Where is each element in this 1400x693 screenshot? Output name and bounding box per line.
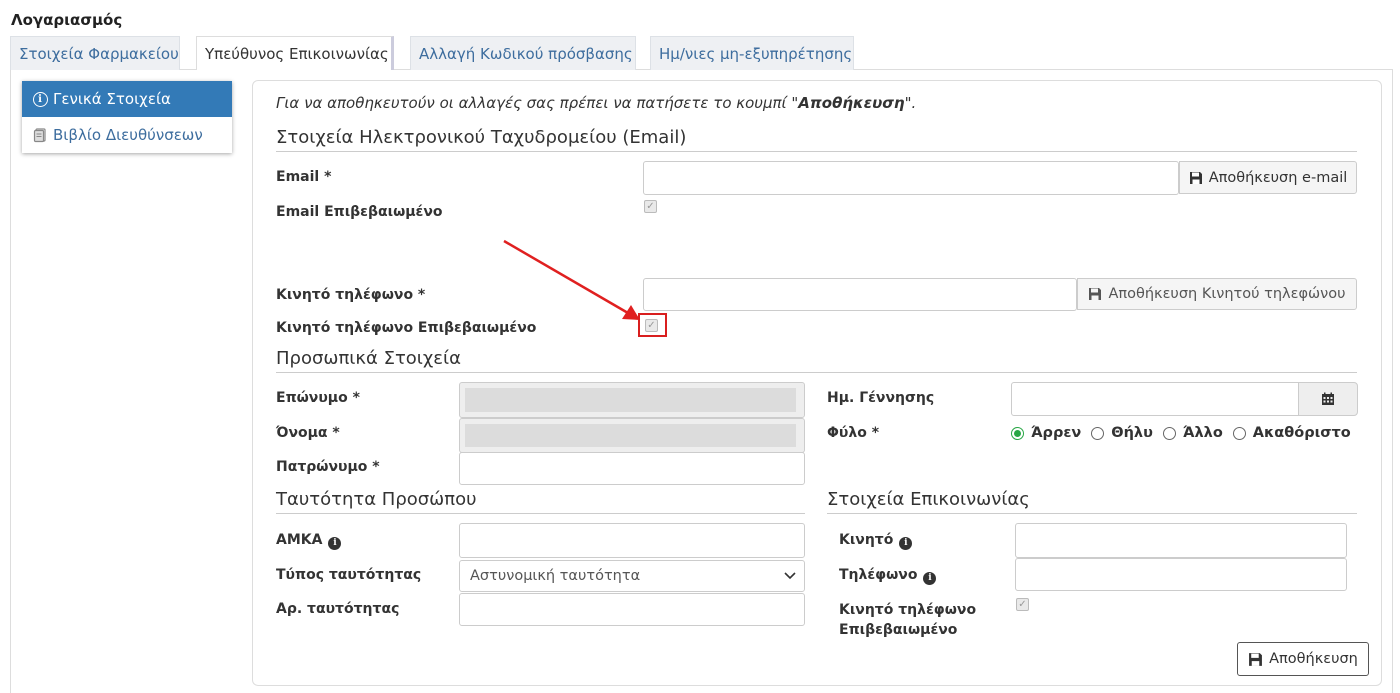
- email-field[interactable]: [643, 161, 1179, 195]
- id-number-field[interactable]: [459, 593, 805, 626]
- radio-label: Άλλο: [1182, 425, 1223, 441]
- radio-label: Ακαθόριστο: [1252, 425, 1351, 441]
- radio-button[interactable]: [1011, 426, 1024, 440]
- id-type-select[interactable]: Αστυνομική ταυτότητα: [459, 560, 805, 592]
- radio-button[interactable]: [1232, 426, 1246, 440]
- radio-button[interactable]: [1162, 426, 1176, 440]
- save-mobile-label: Αποθήκευση Κινητού τηλεφώνου: [1108, 286, 1346, 302]
- contact-mobile-label: Κινητό i: [839, 532, 913, 550]
- redacted-value: [465, 424, 796, 447]
- calendar-icon: [1322, 392, 1334, 405]
- contact-mobile-label-text: Κινητό: [839, 532, 894, 548]
- notice-text-after: ".: [904, 94, 917, 112]
- section-divider: [276, 151, 1357, 152]
- label-line: Κινητό τηλέφωνο: [839, 602, 977, 618]
- contact-mobile-field[interactable]: [1015, 523, 1347, 558]
- floppy-disk-icon: [1089, 288, 1102, 300]
- save-button[interactable]: Αποθήκευση: [1237, 642, 1369, 676]
- birth-date-field[interactable]: [1011, 382, 1299, 416]
- gender-option-other[interactable]: Άλλο: [1162, 425, 1223, 441]
- surname-label: Επώνυμο *: [276, 390, 360, 406]
- section-divider: [276, 513, 805, 514]
- sidebar-item-address-book[interactable]: Βιβλίο Διευθύνσεων: [22, 117, 232, 153]
- id-type-label: Τύπος ταυτότητας: [276, 567, 422, 583]
- mobile-verified-checkbox[interactable]: ✓: [645, 319, 658, 332]
- email-section-heading: Στοιχεία Ηλεκτρονικού Ταχυδρομείου (Emai…: [276, 127, 687, 148]
- page-title: Λογαριασμός: [11, 11, 123, 29]
- contact-mobile-verified-label: Κινητό τηλέφωνο Επιβεβαιωμένο: [839, 600, 976, 640]
- birth-date-label: Ημ. Γέννησης: [827, 390, 935, 406]
- email-verified-label: Email Επιβεβαιωμένο: [276, 204, 443, 220]
- address-book-icon: [32, 127, 48, 143]
- sidebar-item-general-info[interactable]: i Γενικά Στοιχεία: [22, 81, 232, 117]
- contact-phone-field[interactable]: [1015, 558, 1347, 591]
- email-verified-checkbox[interactable]: ✓: [644, 200, 657, 213]
- info-icon[interactable]: i: [923, 571, 937, 585]
- mobile-label: Κινητό τηλέφωνο *: [276, 287, 426, 303]
- side-nav: i Γενικά Στοιχεία Βιβλίο Διευθύνσεων: [22, 81, 232, 153]
- name-label: Όνομα *: [276, 425, 340, 441]
- contact-phone-label: Τηλέφωνο i: [839, 567, 937, 585]
- gender-radio-group: Άρρεν Θήλυ Άλλο Ακαθόριστο: [1011, 425, 1355, 441]
- tab-pharmacy-details[interactable]: Στοιχεία Φαρμακείου: [10, 36, 180, 70]
- info-circle-icon: i: [32, 91, 48, 107]
- gender-option-male[interactable]: Άρρεν: [1011, 425, 1081, 441]
- contact-phone-label-text: Τηλέφωνο: [839, 567, 918, 583]
- radio-label: Θήλυ: [1111, 425, 1153, 441]
- tab-change-password[interactable]: Αλλαγή Κωδικού πρόσβασης: [410, 36, 636, 70]
- save-email-label: Αποθήκευση e-mail: [1208, 169, 1348, 186]
- radio-label: Άρρεν: [1031, 425, 1082, 441]
- sidebar-item-label: Βιβλίο Διευθύνσεων: [53, 126, 203, 144]
- mobile-verified-label: Κινητό τηλέφωνο Επιβεβαιωμένο: [276, 320, 537, 336]
- personal-section-heading: Προσωπικά Στοιχεία: [276, 348, 461, 369]
- mobile-field[interactable]: [643, 278, 1077, 311]
- id-type-selected-value: Αστυνομική ταυτότητα: [470, 568, 641, 584]
- amka-label: ΑΜΚΑ i: [276, 532, 342, 550]
- surname-field[interactable]: [459, 382, 805, 418]
- save-mobile-button[interactable]: Αποθήκευση Κινητού τηλεφώνου: [1077, 278, 1357, 310]
- tab-non-service-dates[interactable]: Ημ/νιες μη-εξυπηρέτησης: [650, 36, 854, 70]
- notice-text-bold: Αποθήκευση: [798, 94, 905, 112]
- floppy-disk-icon: [1189, 171, 1202, 184]
- save-button-label: Αποθήκευση: [1269, 651, 1358, 667]
- sidebar-item-label: Γενικά Στοιχεία: [53, 90, 171, 108]
- amka-label-text: ΑΜΚΑ: [276, 532, 323, 548]
- info-icon[interactable]: i: [899, 536, 913, 550]
- radio-button[interactable]: [1091, 426, 1105, 440]
- contact-section-heading: Στοιχεία Επικοινωνίας: [827, 489, 1030, 510]
- tab-contact-person[interactable]: Υπεύθυνος Επικοινωνίας: [196, 36, 394, 70]
- floppy-disk-icon: [1249, 652, 1263, 666]
- info-icon[interactable]: i: [328, 536, 342, 550]
- section-divider: [827, 513, 1357, 514]
- section-divider: [276, 372, 1357, 373]
- save-notice: Για να αποθηκευτούν οι αλλαγές σας πρέπε…: [276, 94, 916, 112]
- name-field[interactable]: [459, 418, 805, 453]
- id-number-label: Αρ. ταυτότητας: [276, 601, 400, 617]
- label-line: Επιβεβαιωμένο: [839, 622, 958, 638]
- father-name-label: Πατρώνυμο *: [276, 459, 380, 475]
- notice-text-before: Για να αποθηκευτούν οι αλλαγές σας πρέπε…: [276, 94, 799, 112]
- father-name-field[interactable]: [459, 452, 805, 485]
- chevron-down-icon: [784, 572, 796, 580]
- gender-option-female[interactable]: Θήλυ: [1091, 425, 1153, 441]
- contact-mobile-verified-checkbox[interactable]: ✓: [1016, 598, 1029, 611]
- gender-label: Φύλο *: [827, 425, 880, 441]
- amka-field[interactable]: [459, 523, 805, 558]
- redacted-value: [465, 388, 796, 412]
- save-email-button[interactable]: Αποθήκευση e-mail: [1179, 161, 1357, 194]
- email-label: Email *: [276, 169, 332, 185]
- calendar-button[interactable]: [1298, 382, 1358, 416]
- identity-section-heading: Ταυτότητα Προσώπου: [276, 489, 477, 510]
- gender-option-undefined[interactable]: Ακαθόριστο: [1232, 425, 1351, 441]
